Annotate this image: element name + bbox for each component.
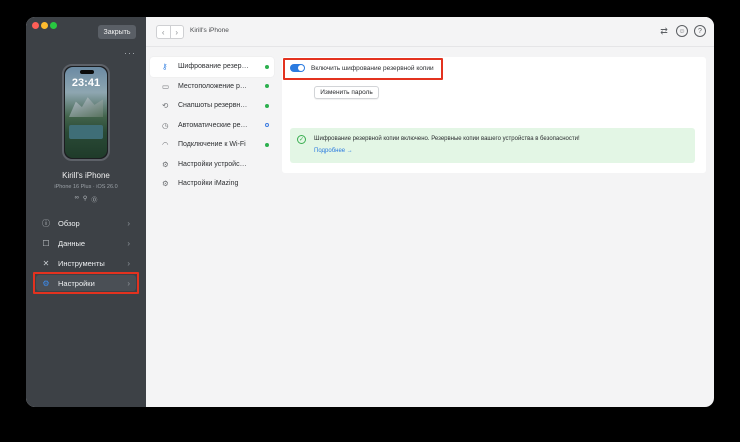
connection-icon: ∞ [74, 195, 79, 201]
settings-item-label: Настройки iMazing [178, 180, 239, 188]
settings-item-backup-location[interactable]: ▭ Местоположение р… [150, 77, 274, 97]
check-circle-icon: ✓ [297, 135, 306, 144]
banner-text: Шифрование резервной копии включено. Рез… [314, 136, 580, 142]
sidebar: Закрыть ··· 23:41 Kirill's iPhone iPhone… [26, 17, 146, 407]
tools-icon: ✕ [42, 258, 50, 268]
status-dot [265, 123, 269, 128]
change-password-button[interactable]: Изменить пароль [314, 86, 379, 99]
settings-item-label: Автоматические ре… [178, 121, 248, 129]
help-icon[interactable]: ? [694, 25, 706, 37]
window-zoom-dot[interactable] [50, 22, 57, 29]
settings-menu: ⚷ Шифрование резер… ▭ Местоположение р… … [150, 57, 274, 194]
status-dot [265, 142, 269, 147]
device-image: 23:41 [62, 64, 110, 161]
chevron-right-icon: › [127, 258, 130, 268]
more-options-icon[interactable]: ··· [124, 48, 136, 58]
page-title: Kirill's iPhone [190, 27, 229, 34]
sidebar-item-label: Обзор [58, 218, 80, 228]
encryption-toggle[interactable] [290, 64, 305, 72]
success-banner: ✓ Шифрование резервной копии включено. Р… [290, 128, 695, 163]
app-window: Закрыть ··· 23:41 Kirill's iPhone iPhone… [26, 17, 714, 407]
device-status-icons: ∞ ⚲ ⓪ [26, 195, 146, 204]
settings-item-wifi[interactable]: ◠ Подключение к Wi-Fi [150, 135, 274, 155]
back-button[interactable]: ‹ [157, 26, 170, 38]
sidebar-item-label: Инструменты [58, 258, 105, 268]
folder-icon: ▭ [162, 81, 170, 91]
chevron-right-icon: › [127, 238, 130, 248]
settings-item-label: Местоположение р… [178, 82, 247, 90]
settings-item-label: Подключение к Wi-Fi [178, 141, 246, 149]
settings-item-auto-backup[interactable]: ◷ Автоматические ре… [150, 116, 274, 136]
info-status-icon: ⓪ [91, 198, 98, 204]
chevron-right-icon: › [127, 278, 130, 288]
usb-icon: ⚲ [82, 196, 88, 202]
encryption-toggle-row[interactable]: Включить шифрование резервной копии [290, 64, 434, 72]
sidebar-item-label: Настройки [58, 278, 95, 288]
info-icon: ⓘ [42, 218, 50, 228]
phone-time: 23:41 [71, 77, 101, 89]
close-button[interactable]: Закрыть [98, 25, 136, 39]
account-icon[interactable]: ☺ [676, 25, 688, 37]
toolbar: ‹ › Kirill's iPhone ⇄ ☺ ? [146, 17, 714, 47]
settings-icon: ⚙ [162, 159, 169, 169]
status-dot [265, 84, 269, 89]
key-icon: ⚷ [162, 62, 168, 72]
device-name: Kirill's iPhone [62, 171, 110, 180]
chevron-right-icon: › [127, 218, 130, 228]
settings-item-label: Снапшоты резервн… [178, 102, 248, 110]
sidebar-item-tools[interactable]: ✕ Инструменты › [36, 255, 136, 271]
settings-icon: ⚙ [162, 179, 169, 189]
clock-icon: ◷ [162, 120, 169, 130]
device-model: iPhone 16 Plus · iOS 26.0 [54, 184, 118, 190]
gear-icon: ⚙ [42, 278, 50, 288]
settings-item-backup-encryption[interactable]: ⚷ Шифрование резер… [150, 57, 274, 77]
window-minimize-dot[interactable] [41, 22, 48, 29]
settings-item-imazing[interactable]: ⚙ Настройки iMazing [150, 174, 274, 194]
forward-button[interactable]: › [169, 26, 184, 38]
learn-more-link[interactable]: Подробнее → [314, 148, 353, 154]
wifi-icon: ◠ [162, 140, 169, 150]
sidebar-item-label: Данные [58, 238, 86, 248]
toggle-label: Включить шифрование резервной копии [311, 64, 434, 72]
settings-item-label: Шифрование резер… [178, 63, 249, 71]
sidebar-item-overview[interactable]: ⓘ Обзор › [36, 215, 136, 231]
content-panel: Включить шифрование резервной копии Изме… [282, 57, 706, 173]
sidebar-item-settings[interactable]: ⚙ Настройки › [36, 275, 136, 291]
nav-buttons: ‹ › [156, 25, 184, 39]
data-icon: ☐ [42, 238, 50, 248]
status-dot [265, 103, 269, 108]
settings-item-backup-snapshots[interactable]: ⟲ Снапшоты резервн… [150, 96, 274, 116]
status-dot [265, 64, 269, 69]
history-icon: ⟲ [162, 101, 169, 111]
sidebar-item-data[interactable]: ☐ Данные › [36, 235, 136, 251]
settings-item-label: Настройки устройс… [178, 160, 247, 168]
sliders-icon[interactable]: ⇄ [658, 25, 670, 37]
window-close-dot[interactable] [32, 22, 39, 29]
settings-item-device-settings[interactable]: ⚙ Настройки устройс… [150, 155, 274, 175]
